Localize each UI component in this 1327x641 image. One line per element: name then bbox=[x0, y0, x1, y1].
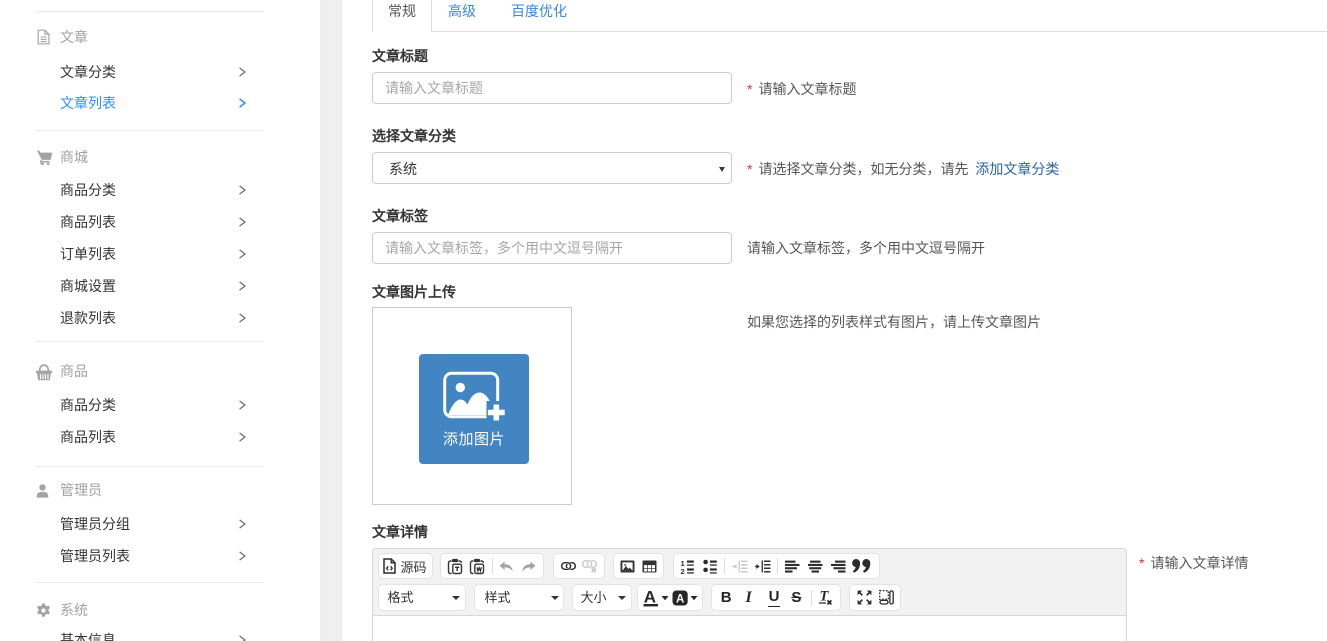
svg-text:A: A bbox=[676, 593, 684, 605]
svg-text:2: 2 bbox=[680, 566, 684, 573]
svg-text:A: A bbox=[643, 588, 655, 607]
